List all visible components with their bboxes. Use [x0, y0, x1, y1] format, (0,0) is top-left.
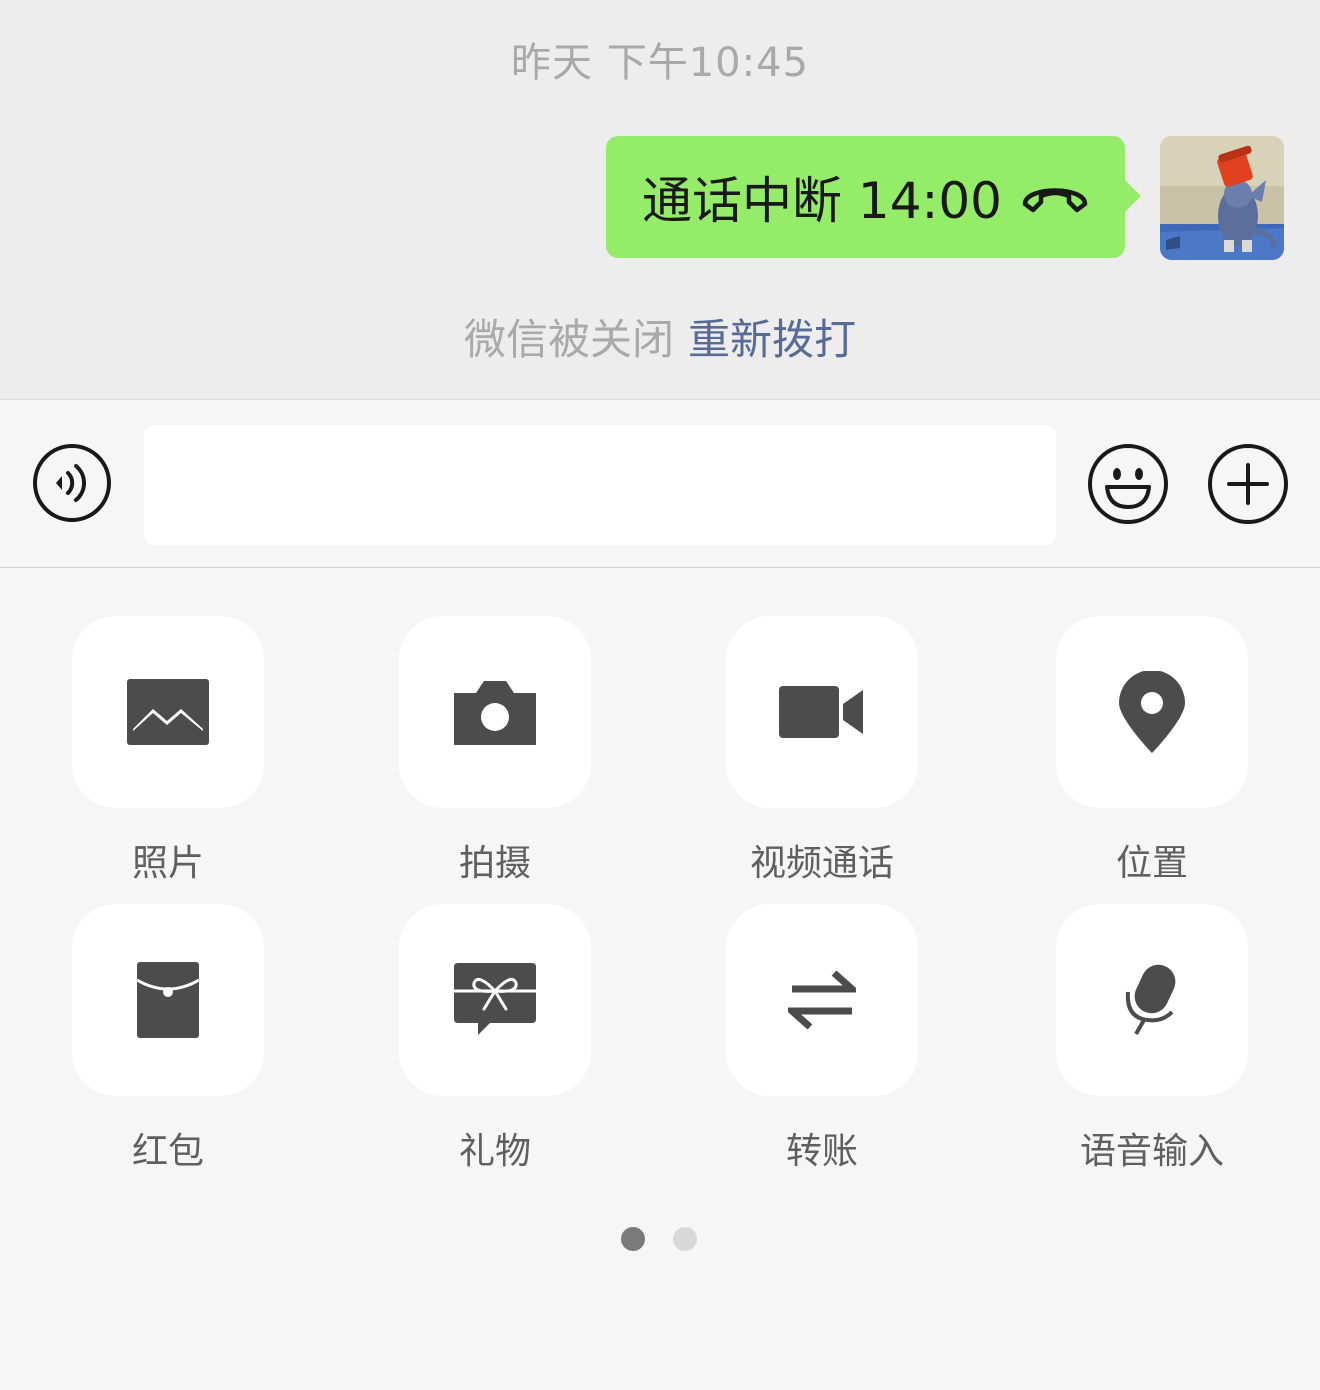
notice-text: 微信被关闭	[463, 315, 674, 364]
photo-button[interactable]	[72, 616, 264, 808]
page-indicator	[621, 1227, 697, 1251]
input-bar	[0, 401, 1320, 568]
video-call-button[interactable]	[726, 616, 918, 808]
emoji-icon[interactable]	[1087, 443, 1169, 525]
location-icon	[1119, 671, 1185, 753]
red-packet-button[interactable]	[72, 904, 264, 1096]
tile-transfer[interactable]: 转账	[726, 904, 918, 1174]
location-button[interactable]	[1056, 616, 1248, 808]
tile-photo[interactable]: 照片	[72, 616, 264, 886]
message-timestamp: 昨天 下午10:45	[511, 40, 809, 86]
video-call-icon	[779, 686, 863, 738]
more-actions-panel: 照片 拍摄 视频通话 位置 红包 礼物 转账 语音输入	[0, 569, 1320, 1390]
tile-label: 转账	[785, 1131, 858, 1172]
call-notice: 微信被关闭 重新拨打	[0, 306, 1320, 367]
tile-label: 语音输入	[1079, 1131, 1224, 1172]
avatar-image	[1160, 136, 1284, 260]
voice-input-button[interactable]	[1056, 904, 1248, 1096]
avatar[interactable]	[1160, 136, 1284, 260]
chat-area: 昨天 下午10:45 通话中断 14:00 微信被关闭 重新拨打	[0, 0, 1320, 400]
redial-link[interactable]: 重新拨打	[688, 315, 856, 364]
camera-icon	[454, 681, 536, 745]
page-dot-active[interactable]	[621, 1227, 645, 1251]
plus-icon[interactable]	[1207, 443, 1289, 525]
tile-gift[interactable]: 礼物	[399, 904, 591, 1174]
transfer-icon	[788, 971, 856, 1029]
gift-button[interactable]	[399, 904, 591, 1096]
tile-label: 拍摄	[458, 843, 531, 884]
page-dot[interactable]	[673, 1227, 697, 1251]
tile-video-call[interactable]: 视频通话	[726, 616, 918, 886]
transfer-button[interactable]	[726, 904, 918, 1096]
hangup-phone-icon	[1022, 188, 1088, 213]
tile-red-packet[interactable]: 红包	[72, 904, 264, 1174]
voice-icon[interactable]	[32, 443, 112, 523]
tile-label: 位置	[1115, 843, 1188, 884]
call-status-text: 通话中断 14:00	[642, 172, 1002, 230]
photo-icon	[127, 679, 209, 745]
gift-icon	[454, 963, 536, 1035]
message-input[interactable]	[144, 425, 1056, 545]
tile-label: 照片	[131, 843, 204, 884]
tile-voice-input[interactable]: 语音输入	[1056, 904, 1248, 1174]
tile-label: 礼物	[458, 1131, 531, 1172]
microphone-icon	[1125, 964, 1176, 1035]
tile-label: 视频通话	[749, 843, 894, 884]
call-message-bubble[interactable]: 通话中断 14:00	[606, 136, 1141, 258]
tile-camera[interactable]: 拍摄	[399, 616, 591, 886]
red-packet-icon	[137, 962, 199, 1038]
tile-location[interactable]: 位置	[1056, 616, 1248, 886]
tile-label: 红包	[131, 1131, 204, 1172]
camera-button[interactable]	[399, 616, 591, 808]
